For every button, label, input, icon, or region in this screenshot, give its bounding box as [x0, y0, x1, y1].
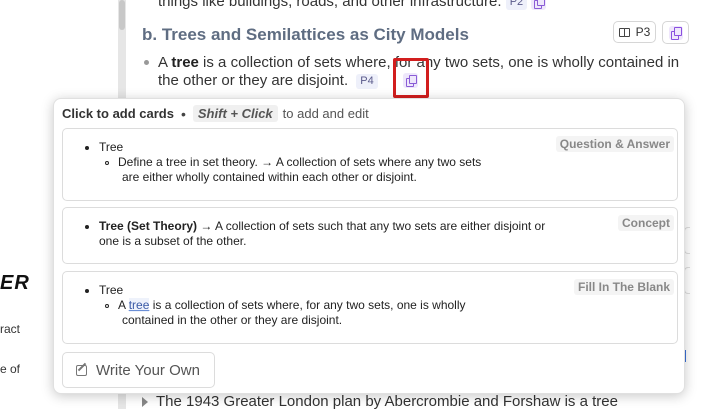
suggested-card-cloze[interactable]: Fill In The Blank Tree A tree is a colle…: [62, 271, 678, 344]
page-reference-button[interactable]: P3: [613, 21, 656, 43]
page-reference-label: P3: [635, 25, 651, 39]
page-tag[interactable]: P4: [356, 73, 378, 89]
write-your-own-button[interactable]: Write Your Own: [62, 352, 215, 388]
bullet-icon: [85, 145, 89, 150]
card-content: Tree (Set Theory) → A collection of sets…: [85, 219, 545, 249]
sidebar-text-fragment: e of: [0, 362, 21, 376]
bullet-icon: [85, 224, 89, 229]
paragraph-term: tree: [171, 54, 199, 71]
card-type-badge: Fill In The Blank: [573, 279, 674, 295]
triangle-right-icon: [142, 397, 148, 408]
suggested-card-qa[interactable]: Question & Answer Tree Define a tree in …: [62, 128, 678, 201]
suggested-card-concept[interactable]: Concept Tree (Set Theory) → A collection…: [62, 207, 678, 264]
section-title: b. Trees and Semilattices as City Models: [142, 25, 469, 44]
card-type-badge: Question & Answer: [555, 136, 674, 152]
previous-line-text: things like buildings, roads, and other …: [158, 0, 502, 10]
write-your-own-label: Write Your Own: [96, 361, 200, 379]
card-title: Tree: [99, 283, 124, 297]
card-line: A: [118, 298, 129, 312]
sub-bullet-icon: [105, 160, 109, 165]
sub-bullet-icon: [105, 303, 109, 308]
shortcut-hint: Shift + Click: [192, 105, 278, 122]
scrollbar-thumb[interactable]: [119, 0, 125, 30]
edit-icon: [76, 364, 87, 376]
book-icon: [618, 28, 630, 37]
collapsed-list-item[interactable]: The 1943 Greater London plan by Abercrom…: [142, 393, 618, 410]
card-line: Define a tree in set theory. → A collect…: [118, 155, 482, 169]
card-title: Tree: [99, 140, 124, 154]
card-content: Tree Define a tree in set theory. → A co…: [85, 140, 481, 185]
highlight-box: [393, 58, 429, 98]
copy-section-button[interactable]: [662, 21, 689, 44]
card-suggestions-popover: Click to add cards • Shift + Click to ad…: [53, 98, 685, 394]
page-tag[interactable]: P2: [505, 0, 528, 10]
header-separator: •: [180, 105, 186, 122]
card-line: is a collection of sets where, for any t…: [149, 298, 466, 312]
list-item-text: The 1943 Greater London plan by Abercrom…: [156, 393, 618, 410]
sidebar-text-fragment: ract: [0, 322, 21, 336]
previous-paragraph-line: things like buildings, roads, and other …: [158, 0, 547, 10]
card-type-badge: Concept: [618, 215, 674, 231]
card-line: contained in the other or they are disjo…: [122, 313, 343, 327]
card-content: Tree A tree is a collection of sets wher…: [85, 283, 466, 328]
card-line: → A collection of sets such that any two…: [197, 219, 546, 233]
header-tail: to add and edit: [282, 106, 369, 121]
card-term: Tree (Set Theory): [99, 219, 198, 233]
copy-icon[interactable]: [531, 0, 547, 10]
card-line: one is a subset of the other.: [99, 234, 247, 248]
popover-header: Click to add cards • Shift + Click to ad…: [62, 105, 369, 122]
copy-icon: [669, 26, 683, 40]
bullet-icon: [85, 288, 89, 293]
paragraph-lead: A: [158, 54, 172, 71]
header-lead: Click to add cards: [62, 106, 174, 121]
bullet-icon: [144, 60, 149, 65]
card-line: are either wholly contained within each …: [122, 170, 417, 184]
sidebar-heading-fragment: ER: [0, 272, 30, 294]
cloze-blank: tree: [128, 298, 150, 312]
